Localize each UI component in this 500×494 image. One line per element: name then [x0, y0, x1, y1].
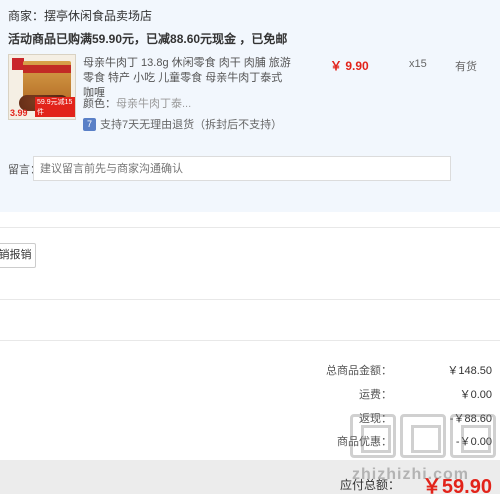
- order-panel: 商家：摆亭休闲食品卖场店 活动商品已购满59.90元，已减88.60元现金 ，已…: [0, 0, 500, 212]
- color-value: 母亲牛肉丁泰...: [116, 98, 192, 110]
- stock-status: 有货: [455, 61, 477, 73]
- shipping-value: ￥0.00: [459, 389, 492, 401]
- coupon-label: 商品优惠：: [337, 436, 392, 448]
- product-quantity: x15: [409, 58, 427, 70]
- thumb-price: 3.99: [10, 108, 28, 118]
- goods-total-label: 总商品金额：: [326, 365, 392, 377]
- return-policy-icon: 7: [83, 117, 96, 131]
- discount-row: 返现： -￥88.60: [0, 410, 500, 428]
- shipping-row: 运费： ￥0.00: [0, 386, 500, 404]
- divider: [0, 227, 500, 228]
- return-policy: 7 支持7天无理由退货（拆封后不支持）: [83, 116, 282, 132]
- coupon-value: -￥0.00: [455, 436, 492, 448]
- discount-value: -￥88.60: [449, 413, 492, 425]
- goods-total-value: ￥148.50: [447, 365, 492, 377]
- product-color: 颜色：母亲牛肉丁泰...: [83, 95, 191, 111]
- payable-label: 应付总额：: [339, 478, 400, 492]
- color-label: 颜色：: [83, 98, 116, 110]
- coupon-row: 商品优惠： -￥0.00: [0, 433, 500, 451]
- discount-label: 返现：: [359, 413, 392, 425]
- payable-value: ￥59.90: [421, 476, 492, 494]
- product-price: ￥ 9.90: [330, 59, 369, 73]
- payable-bar: 应付总额： ￥59.90: [0, 460, 500, 494]
- thumb-promo-tag: 59.9元减15件: [35, 97, 75, 117]
- merchant-name[interactable]: 商家：摆亭休闲食品卖场店: [8, 7, 152, 24]
- invoice-button[interactable]: 销报销: [0, 243, 36, 268]
- package-image: [23, 61, 71, 99]
- return-policy-text: 支持7天无理由退货（拆封后不支持）: [100, 119, 283, 131]
- goods-total-row: 总商品金额： ￥148.50: [0, 362, 500, 380]
- shipping-label: 运费：: [359, 389, 392, 401]
- divider: [0, 299, 500, 300]
- message-input[interactable]: [33, 156, 451, 181]
- promo-text: 活动商品已购满59.90元，已减88.60元现金 ，已免邮: [8, 32, 288, 46]
- divider: [0, 340, 500, 341]
- product-thumbnail[interactable]: 3.99 59.9元减15件: [8, 54, 76, 120]
